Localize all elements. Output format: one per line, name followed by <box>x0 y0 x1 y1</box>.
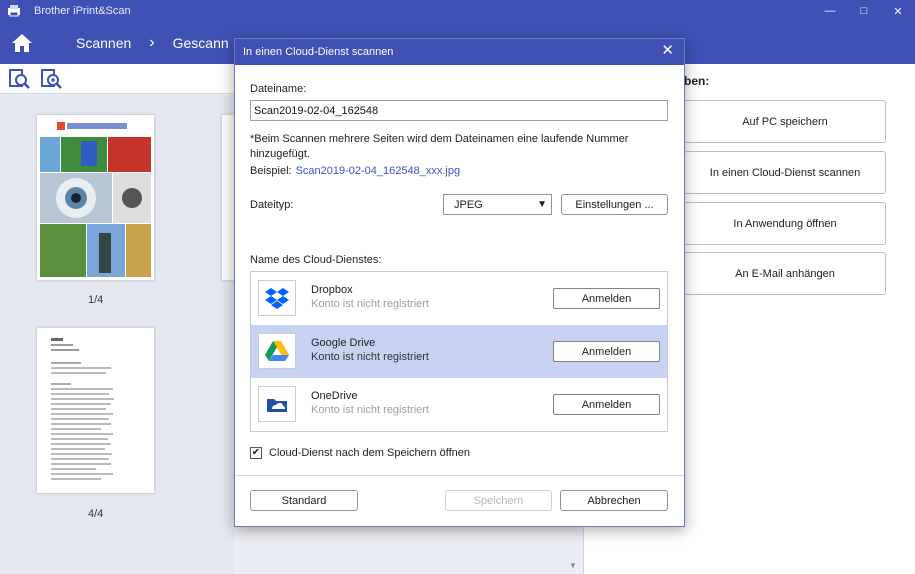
service-name: Google Drive <box>311 337 376 349</box>
dialog-divider <box>235 475 684 476</box>
example-label: Beispiel: <box>250 165 292 177</box>
zoom-out-page-icon[interactable] <box>6 66 32 92</box>
scan-to-cloud-button[interactable]: In einen Cloud-Dienst scannen <box>684 151 886 194</box>
default-button[interactable]: Standard <box>250 490 358 511</box>
open-after-save-checkbox[interactable]: ✔ <box>250 447 262 459</box>
service-status: Konto ist nicht registriert <box>311 351 429 363</box>
minimize-button[interactable]: — <box>813 0 847 22</box>
dialog-title-bar: In einen Cloud-Dienst scannen ✕ <box>235 39 684 65</box>
page-label: 4/4 <box>88 508 104 520</box>
sign-in-button-dropbox[interactable]: Anmelden <box>553 288 660 309</box>
scroll-down-arrow-icon[interactable]: ▼ <box>569 561 577 570</box>
thumbnail-toolbar <box>0 64 234 94</box>
onedrive-icon <box>258 386 296 422</box>
dialog-close-icon[interactable]: ✕ <box>661 43 674 59</box>
thumbnail-pane: 1/4 4/4 <box>0 95 234 574</box>
services-label: Name des Cloud-Dienstes: <box>250 254 382 266</box>
dialog-title: In einen Cloud-Dienst scannen <box>243 46 394 58</box>
filename-note: *Beim Scannen mehrere Seiten wird dem Da… <box>250 133 629 160</box>
open-after-save-option[interactable]: ✔ Cloud-Dienst nach dem Speichern öffnen <box>250 447 470 459</box>
breadcrumb-separator: › <box>149 34 155 51</box>
maximize-button[interactable]: □ <box>847 0 881 22</box>
save-button[interactable]: Speichern <box>445 490 552 511</box>
service-row-dropbox[interactable]: Dropbox Konto ist nicht registriert Anme… <box>251 272 667 325</box>
example-value: Scan2019-02-04_162548_xxx.jpg <box>295 165 461 177</box>
action-heading: ben: <box>684 74 710 88</box>
google-drive-icon <box>258 333 296 369</box>
close-window-button[interactable]: ✕ <box>881 0 915 22</box>
scrollbar[interactable]: ▼ <box>566 527 580 574</box>
cloud-service-list: Dropbox Konto ist nicht registriert Anme… <box>250 271 668 432</box>
service-name: OneDrive <box>311 390 358 402</box>
dropbox-icon <box>258 280 296 316</box>
page-thumbnail-partial[interactable] <box>222 115 234 280</box>
cancel-button[interactable]: Abbrechen <box>560 490 668 511</box>
app-title: Brother iPrint&Scan <box>34 5 131 17</box>
home-button[interactable] <box>0 22 44 64</box>
home-icon <box>12 34 32 52</box>
filename-example: Beispiel: Scan2019-02-04_162548_xxx.jpg <box>250 165 460 177</box>
service-row-onedrive[interactable]: OneDrive Konto ist nicht registriert Anm… <box>251 378 667 431</box>
page-label: 1/4 <box>88 294 104 306</box>
sign-in-button-onedrive[interactable]: Anmelden <box>553 394 660 415</box>
app-icon <box>6 4 22 18</box>
filename-label: Dateiname: <box>250 83 307 95</box>
zoom-in-icon[interactable] <box>38 66 64 92</box>
breadcrumb-gescannt[interactable]: Gescann <box>173 35 229 51</box>
filename-input[interactable]: Scan2019-02-04_162548 <box>250 100 668 121</box>
filetype-label: Dateityp: <box>250 199 294 211</box>
breadcrumb-scannen[interactable]: Scannen <box>76 35 131 51</box>
service-status: Konto ist nicht registriert <box>311 298 429 310</box>
page-thumbnail-4[interactable] <box>37 328 154 493</box>
service-name: Dropbox <box>311 284 353 296</box>
chevron-down-icon: ▼ <box>537 199 547 210</box>
service-row-google-drive[interactable]: Google Drive Konto ist nicht registriert… <box>251 325 667 378</box>
settings-button[interactable]: Einstellungen ... <box>561 194 668 215</box>
scan-to-cloud-dialog: In einen Cloud-Dienst scannen ✕ Dateinam… <box>234 38 685 527</box>
filetype-value: JPEG <box>454 198 483 211</box>
service-status: Konto ist nicht registriert <box>311 404 429 416</box>
title-bar: Brother iPrint&Scan — □ ✕ <box>0 0 915 22</box>
filetype-select[interactable]: JPEG ▼ <box>443 194 552 215</box>
sign-in-button-google-drive[interactable]: Anmelden <box>553 341 660 362</box>
save-to-pc-button[interactable]: Auf PC speichern <box>684 100 886 143</box>
page-thumbnail-1[interactable] <box>37 115 154 280</box>
open-after-save-label: Cloud-Dienst nach dem Speichern öffnen <box>269 447 470 459</box>
attach-to-email-button[interactable]: An E-Mail anhängen <box>684 252 886 295</box>
open-in-app-button[interactable]: In Anwendung öffnen <box>684 202 886 245</box>
